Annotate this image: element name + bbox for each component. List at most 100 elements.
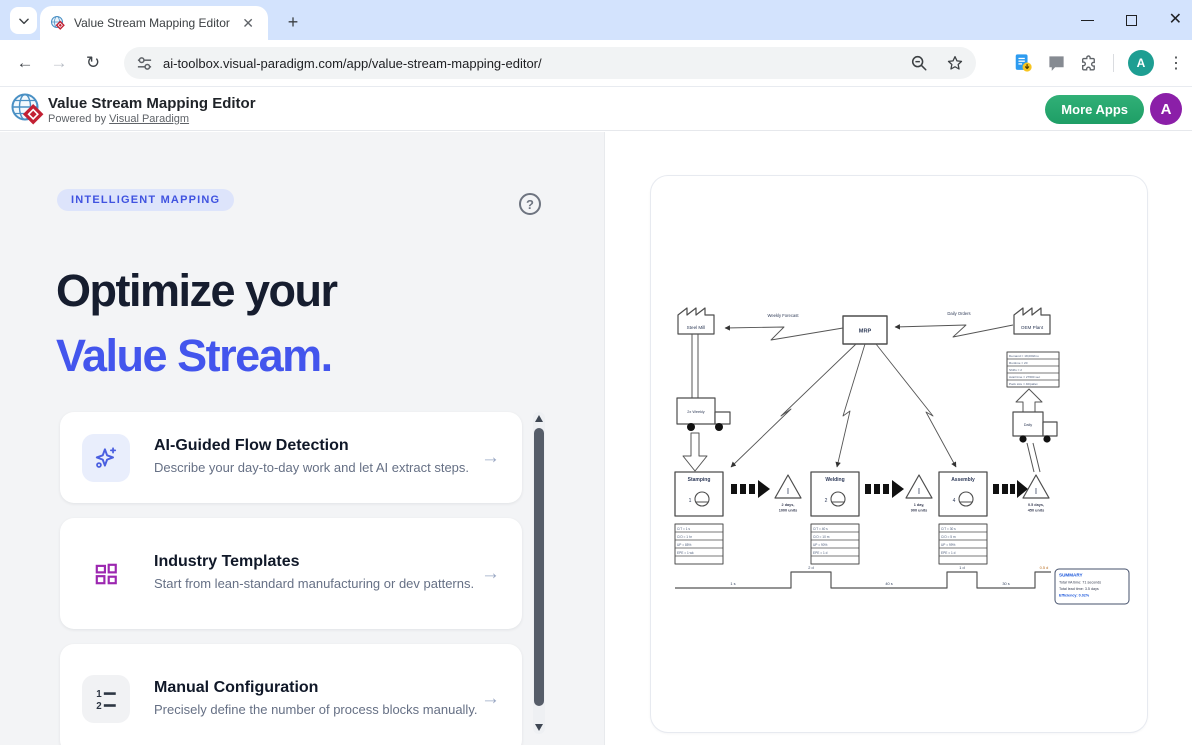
process-row: UP = 99%: [941, 543, 956, 547]
daily-orders-label: Daily Orders: [947, 311, 970, 316]
inventory-triangle: I 2 days, 1000 units: [775, 475, 801, 513]
visual-paradigm-link[interactable]: Visual Paradigm: [109, 113, 189, 125]
arrow-right-icon: →: [481, 447, 500, 469]
forward-icon[interactable]: →: [42, 53, 76, 73]
browser-titlebar: Value Stream Mapping Editor ✕ + ✕: [0, 0, 1192, 40]
vsm-preview-card: Steel Mill OEM Plant MRP Weekly Forecast…: [650, 175, 1148, 733]
truck-right: Daily: [1013, 389, 1057, 443]
inventory-glyph: I: [787, 487, 789, 496]
card-description: Describe your day-to-day work and let AI…: [154, 459, 481, 478]
page-title-line2: Value Stream.: [56, 323, 337, 388]
oem-row: Runtime = 20: [1009, 361, 1028, 365]
powered-by-prefix: Powered by: [48, 113, 106, 125]
page-title-line1: Optimize your: [56, 258, 337, 323]
timeline-label: 0.5 d: [1040, 565, 1049, 570]
process-row: C/T = 1 s: [677, 527, 690, 531]
toolbar-separator: [1113, 54, 1114, 72]
scrollbar-thumb[interactable]: [534, 428, 544, 706]
chevron-down-icon: [17, 14, 31, 28]
favicon-visual-paradigm: [50, 15, 66, 31]
oem-row: Pack size = 40/pallet: [1009, 382, 1038, 386]
inventory-label: 1000 units: [779, 509, 798, 513]
card-description: Start from lean-standard manufacturing o…: [154, 575, 481, 594]
new-tab-button[interactable]: +: [280, 9, 306, 35]
process-row: C/T = 30 s: [941, 527, 956, 531]
process-name: Assembly: [951, 477, 975, 483]
tab-close-icon[interactable]: ✕: [238, 15, 258, 32]
svg-text:2: 2: [96, 701, 102, 712]
card-industry-templates[interactable]: Industry Templates Start from lean-stand…: [60, 518, 522, 629]
left-panel: INTELLIGENT MAPPING ? Optimize your Valu…: [0, 132, 605, 745]
process-row: UP = 90%: [813, 543, 828, 547]
window-controls: ✕: [1081, 0, 1182, 40]
help-icon[interactable]: ?: [519, 193, 541, 215]
page-title: Optimize your Value Stream.: [56, 258, 337, 389]
process-row: C/O = 1 hr: [677, 535, 693, 539]
inventory-label: 450 units: [1028, 509, 1044, 513]
push-arrow: [731, 480, 770, 498]
powered-by: Powered by Visual Paradigm: [48, 113, 189, 125]
tab-search-button[interactable]: [10, 7, 37, 34]
summary-box: SUMMARY Total VA time: 71 seconds Total …: [1055, 569, 1129, 604]
comment-icon[interactable]: [1047, 54, 1066, 73]
mrp-label: MRP: [859, 329, 872, 335]
card-ai-guided-flow-detection[interactable]: AI-Guided Flow Detection Describe your d…: [60, 412, 522, 503]
docs-offline-icon[interactable]: [1013, 53, 1033, 73]
window-minimize-button[interactable]: [1081, 20, 1094, 21]
process-row: UP = 85%: [677, 543, 692, 547]
process-row: C/T = 40 s: [813, 527, 828, 531]
intelligent-mapping-badge: INTELLIGENT MAPPING: [57, 189, 234, 211]
visual-paradigm-logo: [10, 91, 46, 127]
summary-efficiency: Efficiency: 0.02%: [1059, 594, 1090, 598]
reload-icon[interactable]: ↻: [76, 53, 110, 73]
browser-menu-icon[interactable]: ⋮: [1168, 53, 1184, 73]
operator-count: 2: [825, 498, 828, 504]
process-name: Welding: [825, 477, 844, 483]
app-title: Value Stream Mapping Editor: [48, 95, 256, 112]
process-row: EPE = 1 d: [941, 551, 956, 555]
address-bar[interactable]: ai-toolbox.visual-paradigm.com/app/value…: [124, 47, 976, 79]
process-assembly: Assembly 4 C/T = 30 s C/O = 5 m UP = 99%…: [939, 472, 987, 564]
process-stamping: Stamping 1 C/T = 1 s C/O = 1 hr UP = 85%…: [675, 472, 723, 564]
svg-text:1: 1: [96, 689, 102, 700]
more-apps-button[interactable]: More Apps: [1045, 95, 1144, 124]
bookmark-star-icon[interactable]: [946, 54, 964, 72]
oem-plant-label: OEM Plant: [1021, 325, 1044, 330]
sparkle-ai-icon: [82, 434, 130, 482]
site-settings-icon[interactable]: [136, 55, 153, 72]
oem-row: Demand = 18,000/mo: [1009, 354, 1039, 358]
process-welding: Welding 2 C/T = 40 s C/O = 10 m UP = 90%…: [811, 472, 859, 564]
timeline-label: 2 d: [808, 565, 813, 570]
timeline-label: 1 d: [959, 565, 964, 570]
browser-tab[interactable]: Value Stream Mapping Editor ✕: [40, 6, 268, 40]
inventory-label: 900 units: [911, 509, 927, 513]
inventory-triangle: I 0.5 days, 450 units: [1023, 475, 1049, 513]
templates-grid-icon: [82, 550, 130, 598]
inventory-label: 1 day,: [914, 503, 925, 507]
card-manual-configuration[interactable]: 1 2 Manual Configuration Precisely defin…: [60, 644, 522, 745]
vsm-preview-diagram: Steel Mill OEM Plant MRP Weekly Forecast…: [651, 176, 1148, 733]
inventory-label: 2 days,: [782, 503, 795, 507]
operator-count: 4: [953, 498, 956, 504]
zoom-out-icon[interactable]: [910, 54, 928, 72]
inventory-triangle: I 1 day, 900 units: [906, 475, 932, 513]
operator-count: 1: [689, 498, 692, 504]
main-content: INTELLIGENT MAPPING ? Optimize your Valu…: [0, 132, 1192, 745]
scroll-up-icon[interactable]: [535, 415, 543, 422]
card-title: Industry Templates: [154, 553, 481, 571]
window-maximize-button[interactable]: [1126, 15, 1137, 26]
url-text[interactable]: ai-toolbox.visual-paradigm.com/app/value…: [163, 56, 910, 71]
browser-profile-avatar[interactable]: A: [1128, 50, 1154, 76]
back-icon[interactable]: ←: [8, 53, 42, 73]
app-user-avatar[interactable]: A: [1150, 93, 1182, 125]
browser-toolbar: ← → ↻ ai-toolbox.visual-paradigm.com/app…: [0, 40, 1192, 86]
scroll-down-icon[interactable]: [535, 724, 543, 731]
card-title: Manual Configuration: [154, 679, 481, 697]
truck-right-label: Daily: [1024, 423, 1033, 427]
extensions-puzzle-icon[interactable]: [1080, 54, 1099, 73]
panel-scrollbar[interactable]: [533, 412, 545, 734]
push-arrow: [993, 480, 1028, 498]
summary-va: Total VA time: 71 seconds: [1059, 581, 1101, 585]
timeline-label: 30 s: [1002, 581, 1009, 586]
window-close-button[interactable]: ✕: [1169, 12, 1182, 28]
